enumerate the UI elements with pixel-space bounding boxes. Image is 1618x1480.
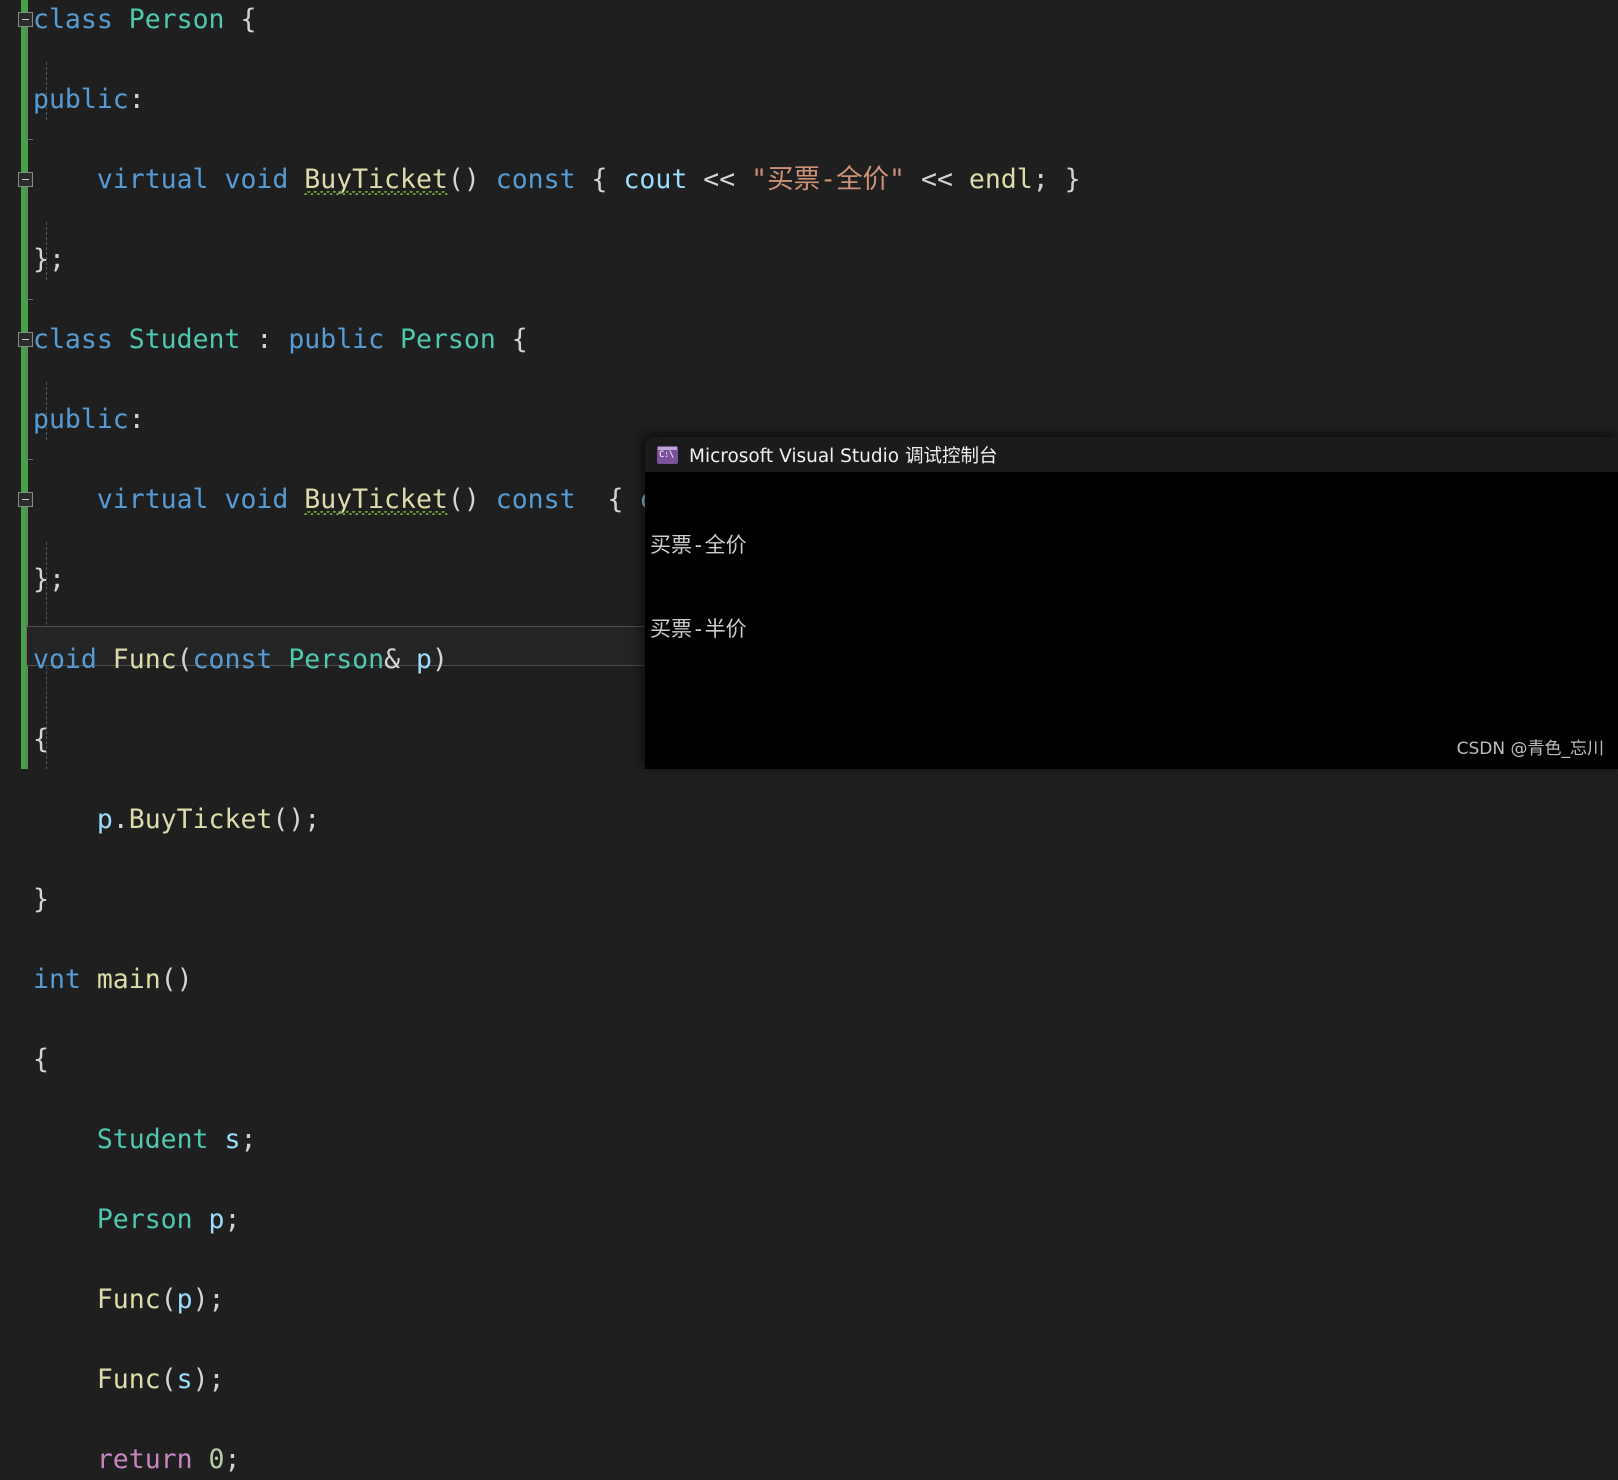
code-line-5[interactable]: class Student : public Person { xyxy=(0,320,1618,360)
string-literal-full-price: "买票-全价" xyxy=(751,164,906,195)
console-window[interactable]: Microsoft Visual Studio 调试控制台 买票-全价 买票-半… xyxy=(645,437,1618,769)
console-output[interactable]: 买票-全价 买票-半价 D:\code\2023\cpp-learning\多态… xyxy=(645,472,1618,769)
code-line-16[interactable]: Person p; xyxy=(0,1200,1618,1240)
code-line-14[interactable]: { xyxy=(0,1040,1618,1080)
console-window-title: Microsoft Visual Studio 调试控制台 xyxy=(689,445,998,467)
console-output-blank-line xyxy=(650,699,1618,727)
code-line-17[interactable]: Func(p); xyxy=(0,1280,1618,1320)
console-output-line: 买票-全价 xyxy=(650,533,747,557)
csdn-watermark: CSDN @青色_忘川 xyxy=(1456,739,1604,759)
code-line-18[interactable]: Func(s); xyxy=(0,1360,1618,1400)
code-line-4[interactable]: }; xyxy=(0,240,1618,280)
code-line-6[interactable]: public: xyxy=(0,400,1618,440)
code-line-2[interactable]: public: xyxy=(0,80,1618,120)
code-line-11[interactable]: p.BuyTicket(); xyxy=(0,800,1618,840)
console-output-line: 买票-半价 xyxy=(650,617,747,641)
console-cmd-icon xyxy=(657,445,678,464)
code-line-12[interactable]: } xyxy=(0,880,1618,920)
code-line-1[interactable]: class Person { xyxy=(0,0,1618,40)
code-line-19[interactable]: return 0; xyxy=(0,1440,1618,1480)
code-line-13[interactable]: int main() xyxy=(0,960,1618,1000)
console-title-bar[interactable]: Microsoft Visual Studio 调试控制台 xyxy=(645,437,1618,472)
code-line-15[interactable]: Student s; xyxy=(0,1120,1618,1160)
code-line-3[interactable]: virtual void BuyTicket() const { cout <<… xyxy=(0,160,1618,200)
